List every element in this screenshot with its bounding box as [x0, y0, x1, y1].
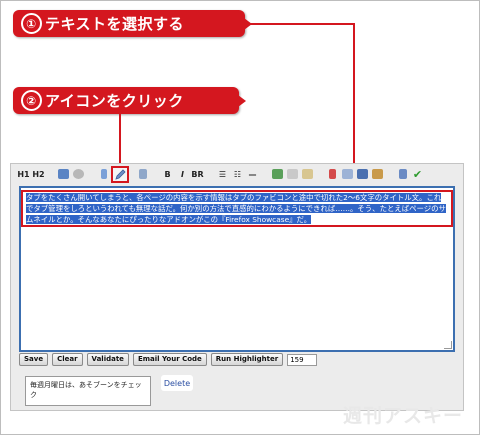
bullet-list-icon[interactable]: ☰: [216, 167, 229, 181]
validate-button[interactable]: Validate: [86, 353, 129, 366]
callout-number: ①: [21, 13, 42, 34]
horizontal-rule-icon[interactable]: —: [246, 167, 259, 181]
picture-icon[interactable]: [271, 167, 284, 181]
insert-code-button[interactable]: [111, 166, 129, 183]
pencil-icon: [114, 169, 126, 180]
italic-button[interactable]: I: [176, 167, 189, 181]
numbered-list-icon[interactable]: ☷: [231, 167, 244, 181]
callout-text: アイコンをクリック: [45, 92, 184, 110]
circle-icon[interactable]: [72, 167, 85, 181]
callout-click-icon: ② アイコンをクリック: [13, 87, 246, 114]
callout-text: テキストを選択する: [45, 15, 185, 33]
character-count-field[interactable]: 159: [287, 353, 318, 366]
br-button[interactable]: BR: [191, 167, 204, 181]
editor-panel: H1 H2 B I BR ☰ ☷ — ✔ タブをたくさん開いてしまうと、各ページ…: [10, 163, 464, 411]
h2-button[interactable]: H2: [32, 167, 45, 181]
code-textarea[interactable]: タブをたくさん開いてしまうと、各ページの内容を示す情報はタブのファビコンと途中で…: [19, 186, 455, 352]
document-icon[interactable]: [341, 167, 354, 181]
action-bar: Save Clear Validate Email Your Code Run …: [19, 353, 318, 366]
callout-number: ②: [21, 90, 42, 111]
leader-line: [245, 23, 355, 25]
resize-handle[interactable]: [444, 341, 452, 349]
tools-icon[interactable]: [396, 167, 409, 181]
screenshot-frame: ① テキストを選択する ② アイコンをクリック H1 H2 B I BR ☰ ☷…: [0, 0, 480, 435]
email-your-code-button[interactable]: Email Your Code: [132, 353, 207, 366]
selected-text: タブをたくさん開いてしまうと、各ページの内容を示す情報はタブのファビコンと途中で…: [26, 193, 446, 224]
callout-arrow: [238, 95, 246, 107]
link-chain-icon[interactable]: [286, 167, 299, 181]
image-icon[interactable]: [57, 167, 70, 181]
mail-icon[interactable]: [301, 167, 314, 181]
leader-line: [119, 113, 121, 167]
link-icon[interactable]: [97, 167, 110, 181]
package-icon[interactable]: [371, 167, 384, 181]
delete-link[interactable]: Delete: [161, 375, 193, 391]
pen-icon[interactable]: [136, 167, 149, 181]
highlighter-icon[interactable]: [326, 167, 339, 181]
editor-toolbar: H1 H2 B I BR ☰ ☷ — ✔: [11, 164, 463, 184]
publisher-watermark: 週刊アスキー: [342, 405, 463, 427]
callout-select-text: ① テキストを選択する: [13, 10, 252, 37]
h1-button[interactable]: H1: [17, 167, 30, 181]
save-button[interactable]: Save: [19, 353, 49, 366]
bold-button[interactable]: B: [161, 167, 174, 181]
save-icon[interactable]: [356, 167, 369, 181]
comment-textarea[interactable]: 毎週月曜日は、あそブーンをチェック: [25, 376, 151, 406]
clear-button[interactable]: Clear: [52, 353, 83, 366]
check-icon[interactable]: ✔: [411, 167, 424, 181]
run-highlighter-button[interactable]: Run Highlighter: [210, 353, 284, 366]
selected-text-highlight: タブをたくさん開いてしまうと、各ページの内容を示す情報はタブのファビコンと途中で…: [21, 190, 453, 227]
